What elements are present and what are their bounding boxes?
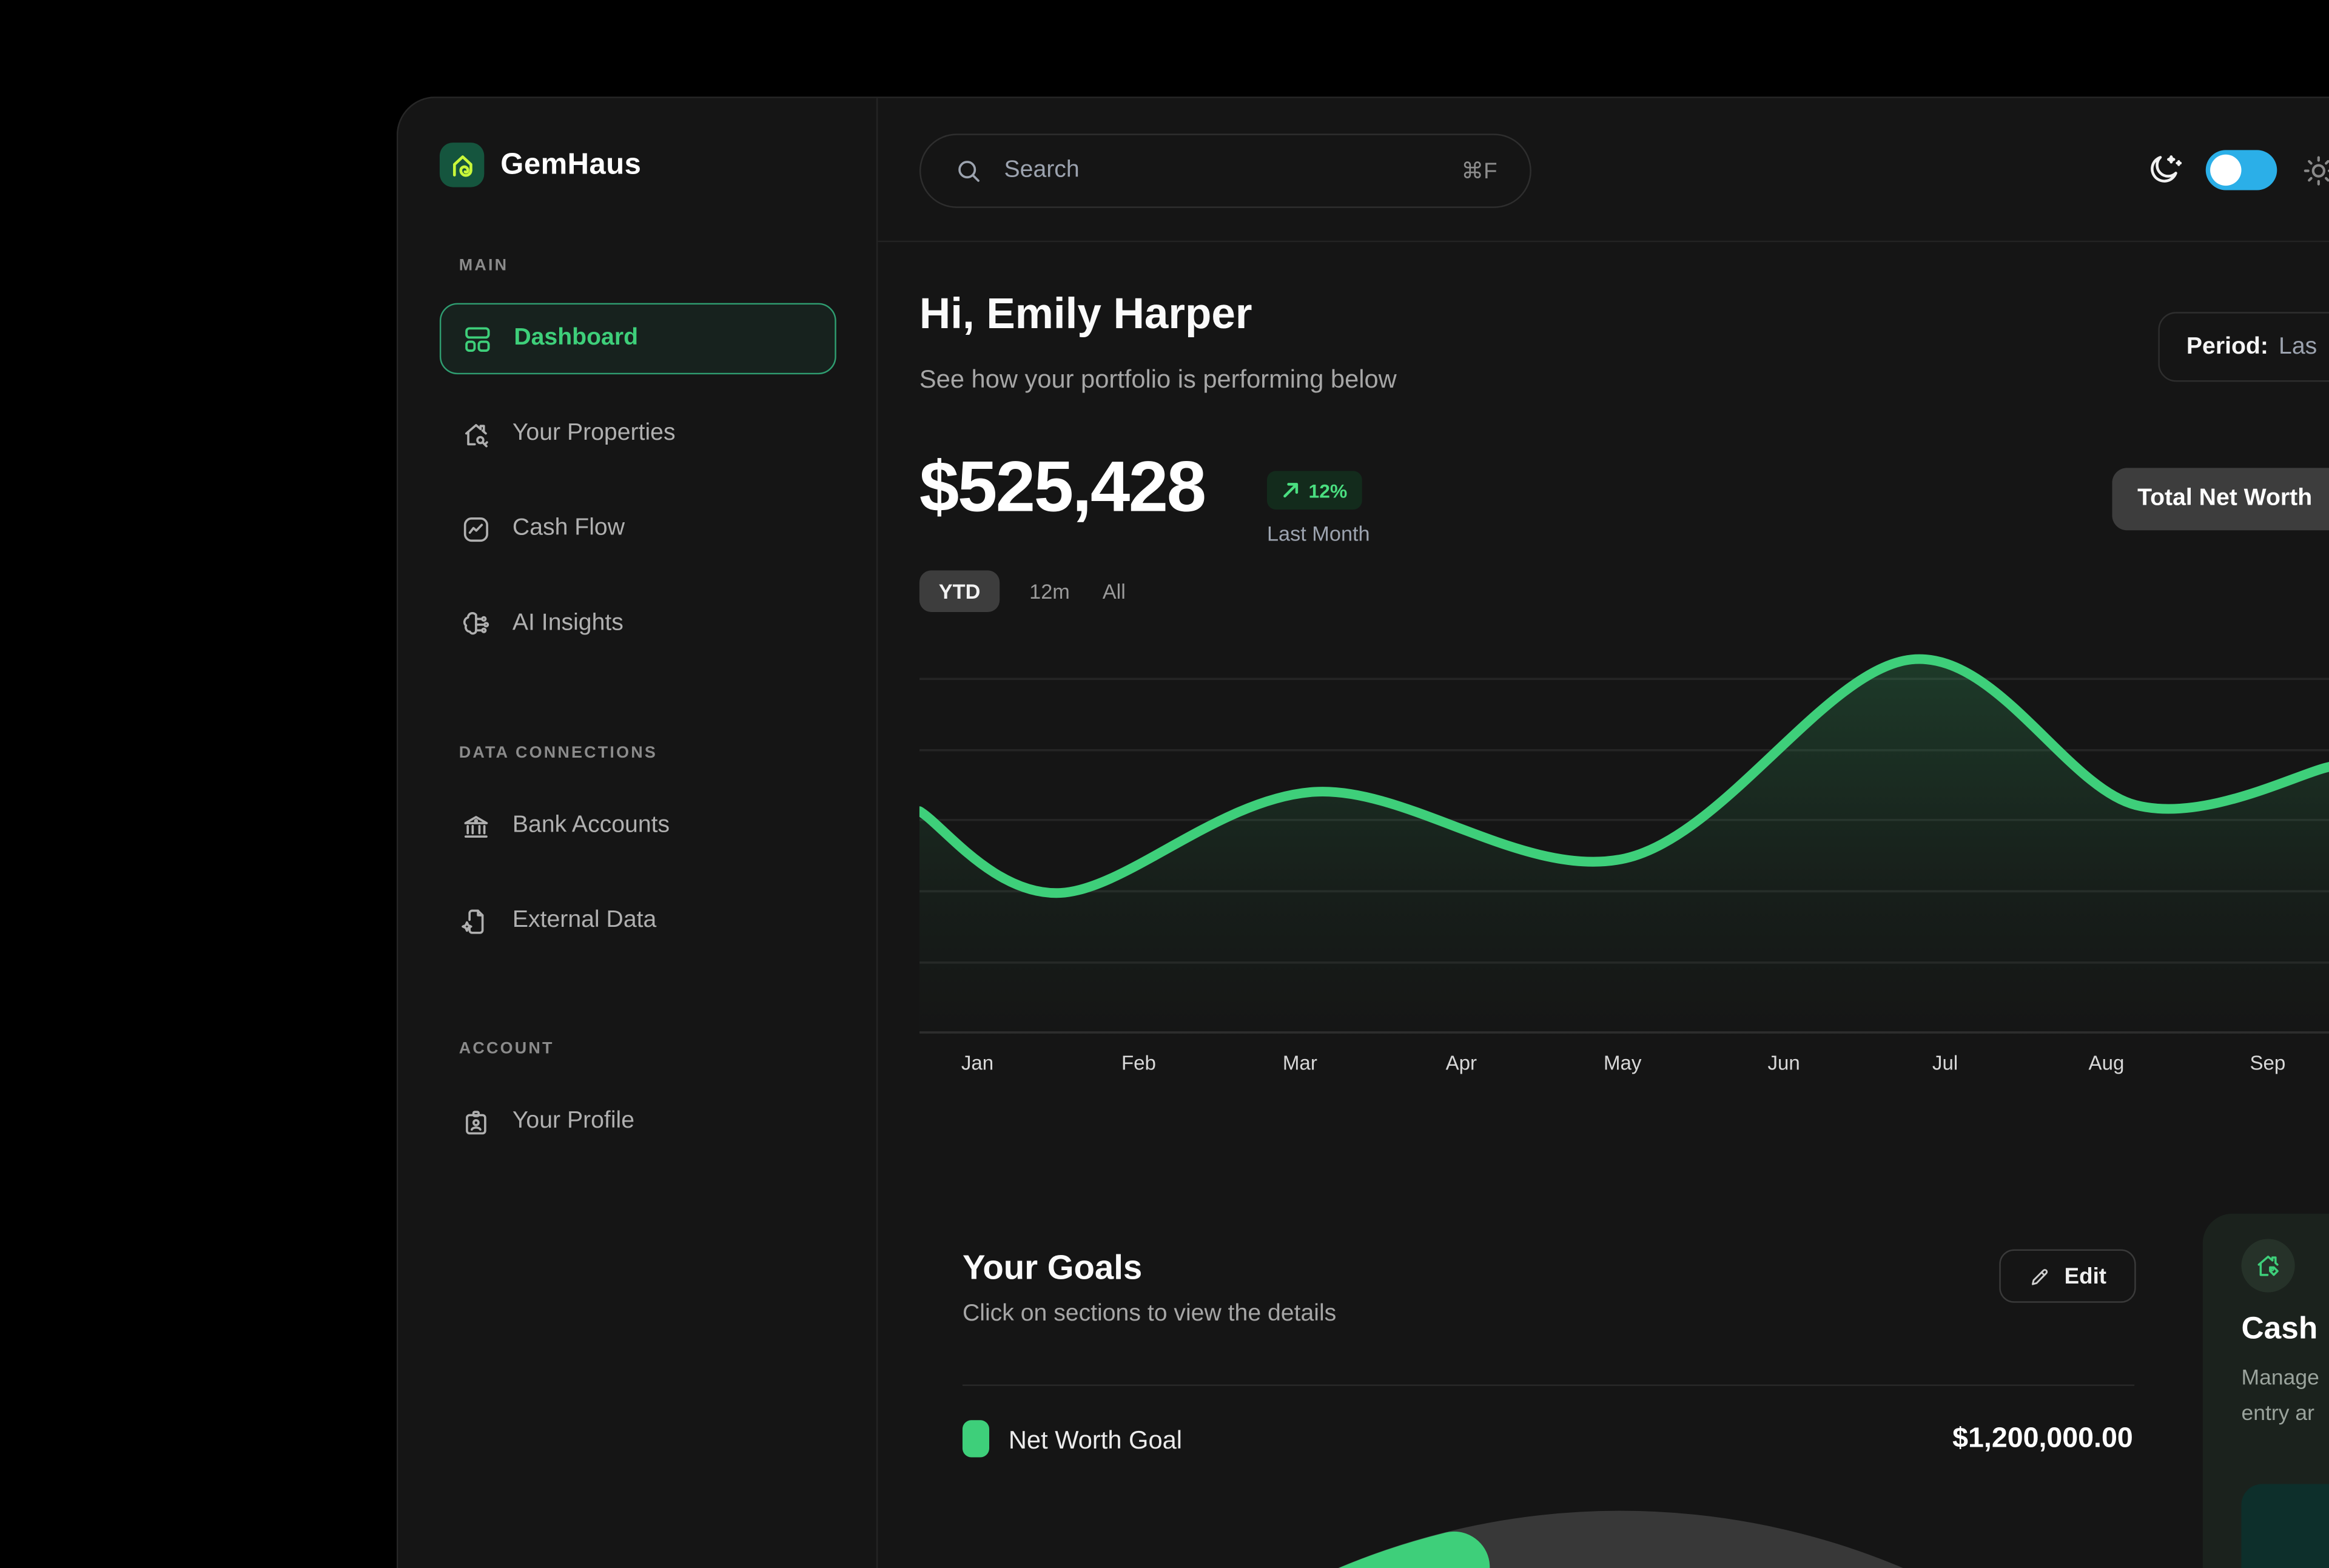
sidebar-item-label: Cash Flow: [513, 516, 625, 542]
brand-name: GemHaus: [500, 148, 641, 182]
bank-icon: [460, 810, 491, 841]
sidebar-item-label: Your Properties: [513, 420, 676, 447]
donut-track: [930, 1546, 2311, 1568]
edit-goals-button[interactable]: Edit: [1999, 1250, 2136, 1303]
nav-section-label: ACCOUNT: [459, 1040, 554, 1057]
x-axis-label: Sep: [2250, 1052, 2285, 1074]
search-icon: [953, 156, 983, 186]
net-worth-line-chart[interactable]: [919, 641, 2329, 1041]
edit-button-label: Edit: [2065, 1263, 2106, 1289]
x-axis-label: Jun: [1767, 1052, 1800, 1074]
sidebar: GemHaus MAIN Dashboard Your Proper: [398, 98, 878, 1568]
change-percent: 12%: [1309, 479, 1348, 502]
tab-12m[interactable]: 12m: [1026, 570, 1072, 612]
sidebar-item-label: External Data: [513, 907, 656, 934]
sidebar-item-bank-accounts[interactable]: Bank Accounts: [440, 790, 836, 862]
id-card-icon: [460, 1106, 491, 1137]
page-subtitle: See how your portfolio is performing bel…: [919, 365, 1397, 395]
trend-chart-icon: [460, 513, 491, 544]
metric-chip: Total Net Worth: [2112, 468, 2329, 530]
moon-icon: [2143, 151, 2182, 190]
x-axis-labels: Jan Feb Mar Apr May Jun Jul Aug Sep: [919, 1052, 2329, 1082]
sidebar-item-label: AI Insights: [513, 611, 623, 638]
main-content: ⌘F Hi, Emily Ha: [878, 98, 2329, 1568]
tab-ytd[interactable]: YTD: [919, 570, 1000, 612]
gemhaus-logo-icon: [440, 143, 484, 187]
sidebar-item-label: Bank Accounts: [513, 813, 670, 840]
top-bar: ⌘F: [878, 98, 2329, 243]
theme-toggle[interactable]: [2206, 150, 2277, 190]
pencil-icon: [2029, 1265, 2051, 1287]
dashboard-icon: [462, 323, 493, 354]
side-card-title: Cash: [2242, 1311, 2318, 1347]
sidebar-item-your-profile[interactable]: Your Profile: [440, 1086, 836, 1157]
x-axis-label: May: [1604, 1052, 1641, 1074]
sun-icon: [2300, 152, 2329, 188]
house-key-icon: [460, 418, 491, 449]
goals-subtitle: Click on sections to view the details: [963, 1301, 1336, 1328]
screen: GemHaus MAIN Dashboard Your Proper: [0, 0, 2329, 1568]
tab-all[interactable]: All: [1100, 570, 1129, 612]
app-window: GemHaus MAIN Dashboard Your Proper: [397, 96, 2329, 1568]
nav-section-label: MAIN: [459, 257, 509, 275]
sidebar-item-label: Your Profile: [513, 1108, 634, 1135]
goals-divider: [963, 1384, 2134, 1385]
search-input[interactable]: [1004, 158, 1441, 184]
chart-area-fill: [919, 659, 2329, 1041]
theme-controls: [2143, 98, 2329, 243]
x-axis-label: Mar: [1283, 1052, 1317, 1074]
x-axis-label: Jul: [1932, 1052, 1958, 1074]
side-card-text: entry ar: [2242, 1402, 2314, 1426]
x-axis-label: Jan: [961, 1052, 993, 1074]
page-title: Hi, Emily Harper: [919, 291, 1252, 340]
brand: GemHaus: [440, 143, 642, 187]
change-badge: 12%: [1267, 471, 1362, 510]
range-tabs: YTD 12m All: [919, 570, 1129, 612]
search-shortcut: ⌘F: [1461, 158, 1497, 184]
x-axis-label: Aug: [2089, 1052, 2125, 1074]
period-label: Period:: [2186, 334, 2268, 360]
x-axis-label: Apr: [1446, 1052, 1477, 1074]
goals-donut-chart[interactable]: [919, 1427, 2329, 1568]
side-card-text: Manage: [2242, 1367, 2319, 1390]
sidebar-item-ai-insights[interactable]: AI Insights: [440, 588, 836, 660]
theme-toggle-knob: [2210, 155, 2241, 186]
goals-title: Your Goals: [963, 1248, 1142, 1288]
document-sparkle-icon: [460, 906, 491, 937]
sidebar-item-external-data[interactable]: External Data: [440, 886, 836, 957]
cash-flow-side-card: Cash Manage entry ar: [2203, 1214, 2329, 1568]
period-selector[interactable]: Period: Las: [2158, 312, 2329, 382]
side-card-action-button[interactable]: [2242, 1484, 2329, 1568]
brain-circuit-icon: [460, 608, 491, 639]
sidebar-item-your-properties[interactable]: Your Properties: [440, 398, 836, 469]
net-worth-amount: $525,428: [919, 447, 1205, 529]
period-value: Las: [2279, 334, 2317, 360]
change-caption: Last Month: [1267, 522, 1370, 545]
trend-up-icon: [1282, 481, 1299, 499]
house-tag-icon: [2242, 1239, 2295, 1292]
x-axis-label: Feb: [1121, 1052, 1156, 1074]
nav-section-label: DATA CONNECTIONS: [459, 744, 657, 762]
search-box[interactable]: ⌘F: [919, 133, 1531, 207]
sidebar-item-label: Dashboard: [514, 325, 638, 352]
sidebar-item-dashboard[interactable]: Dashboard: [440, 303, 836, 375]
sidebar-item-cash-flow[interactable]: Cash Flow: [440, 493, 836, 565]
